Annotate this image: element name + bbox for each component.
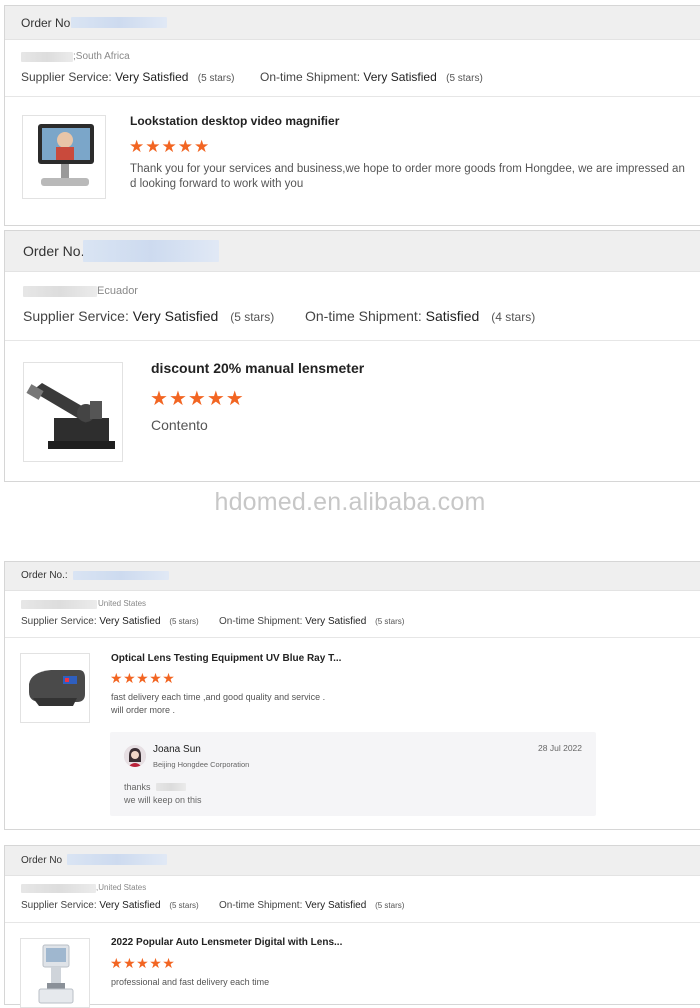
star-icon: ★ (177, 137, 194, 156)
buyer-name-redacted (21, 884, 96, 893)
order-number-redacted (73, 571, 169, 580)
order-number-label: Order No (21, 855, 63, 866)
star-icon: ★ (149, 670, 163, 686)
review-text: Contento (151, 417, 208, 433)
reply-text-line-2: we will keep on this (124, 795, 202, 805)
shipment-rating: On-time Shipment: Very Satisfied (5 star… (219, 900, 405, 911)
buyer-location: ;South Africa (73, 51, 130, 62)
star-icon: ★ (168, 388, 188, 410)
reply-text-line-1: thanks (124, 782, 151, 792)
order-number-label: Order No. (23, 243, 85, 259)
lens-tester-image (29, 670, 85, 706)
supplier-service-rating: Supplier Service: Very Satisfied (5 star… (23, 308, 275, 324)
shipment-rating: On-time Shipment: Very Satisfied (5 star… (219, 616, 405, 627)
order-header: Order No (5, 6, 700, 40)
star-icon: ★ (194, 137, 211, 156)
order-header: Order No (5, 846, 700, 876)
buyer-location: United States (98, 599, 147, 608)
order-header: Order No.: (5, 562, 700, 591)
buyer-location: Ecuador (97, 285, 138, 297)
star-icon: ★ (162, 670, 176, 686)
star-icon: ★ (225, 388, 245, 410)
video-magnifier-image (38, 124, 94, 186)
reply-redacted-name (156, 783, 186, 791)
review-text: Thank you for your services and business… (130, 163, 685, 190)
star-icon: ★ (123, 670, 137, 686)
supplier-service-rating: Supplier Service: Very Satisfied (5 star… (21, 70, 235, 84)
star-rating: ★ ★ ★ ★ ★ (129, 137, 210, 157)
supplier-service-rating: Supplier Service: Very Satisfied (5 star… (21, 616, 199, 627)
buyer-name-redacted (21, 52, 73, 62)
star-rating: ★ ★ ★ ★ ★ (110, 670, 175, 687)
supplier-service-rating: Supplier Service: Very Satisfied (5 star… (21, 900, 199, 911)
star-rating: ★ ★ ★ ★ ★ (110, 955, 175, 972)
star-icon: ★ (145, 137, 162, 156)
order-number-redacted (71, 17, 167, 28)
order-number-label: Order No.: (21, 570, 68, 581)
product-image[interactable] (20, 653, 90, 723)
manual-lensmeter-image (26, 383, 115, 449)
product-title[interactable]: discount 20% manual lensmeter (151, 360, 364, 376)
auto-lensmeter-image (38, 944, 74, 1004)
avatar (124, 745, 146, 767)
product-image[interactable] (22, 115, 106, 199)
order-number-redacted (83, 240, 219, 262)
watermark: hdomed.en.alibaba.com (214, 488, 486, 516)
star-rating: ★ ★ ★ ★ ★ (150, 386, 245, 411)
review-card-3: Order No.: United States Supplier Servic… (4, 561, 700, 830)
review-text: professional and fast delivery each time (111, 977, 270, 987)
star-icon: ★ (136, 955, 150, 971)
user-avatar-icon (124, 745, 146, 767)
product-title[interactable]: Lookstation desktop video magnifier (130, 114, 339, 128)
star-icon: ★ (149, 955, 163, 971)
star-icon: ★ (110, 670, 124, 686)
order-number-label: Order No (21, 16, 71, 30)
shipment-rating: On-time Shipment: Very Satisfied (5 star… (260, 70, 483, 84)
reply-date: 28 Jul 2022 (538, 743, 582, 753)
product-image[interactable] (20, 938, 90, 1008)
divider (5, 922, 700, 923)
review-card-1: Order No ;South Africa Supplier Service:… (4, 5, 700, 226)
buyer-name-redacted (23, 286, 97, 297)
shipment-rating: On-time Shipment: Satisfied (4 stars) (305, 308, 536, 324)
star-icon: ★ (110, 955, 124, 971)
review-text-line-2: will order more . (111, 705, 176, 715)
reply-author-company: Beijing Hongdee Corporation (153, 760, 250, 769)
star-icon: ★ (206, 388, 226, 410)
star-icon: ★ (162, 955, 176, 971)
divider (5, 340, 700, 341)
order-number-redacted (67, 854, 167, 865)
reply-author-name: Joana Sun (153, 744, 201, 755)
star-icon: ★ (136, 670, 150, 686)
review-card-2: Order No. Ecuador Supplier Service: Very… (4, 230, 700, 482)
product-title[interactable]: Optical Lens Testing Equipment UV Blue R… (111, 653, 341, 664)
divider (5, 96, 700, 97)
order-header: Order No. (5, 231, 700, 272)
star-icon: ★ (129, 137, 146, 156)
buyer-name-redacted (21, 600, 97, 609)
star-icon: ★ (187, 388, 207, 410)
review-card-4: Order No ,United States Supplier Service… (4, 845, 700, 1008)
star-icon: ★ (161, 137, 178, 156)
product-image[interactable] (23, 362, 123, 462)
star-icon: ★ (123, 955, 137, 971)
review-text-line-1: fast delivery each time ,and good qualit… (111, 692, 326, 702)
product-title[interactable]: 2022 Popular Auto Lensmeter Digital with… (111, 937, 342, 948)
divider (5, 637, 700, 638)
seller-reply: Joana Sun Beijing Hongdee Corporation 28… (110, 732, 596, 816)
buyer-location: ,United States (96, 883, 147, 892)
star-icon: ★ (150, 388, 169, 410)
